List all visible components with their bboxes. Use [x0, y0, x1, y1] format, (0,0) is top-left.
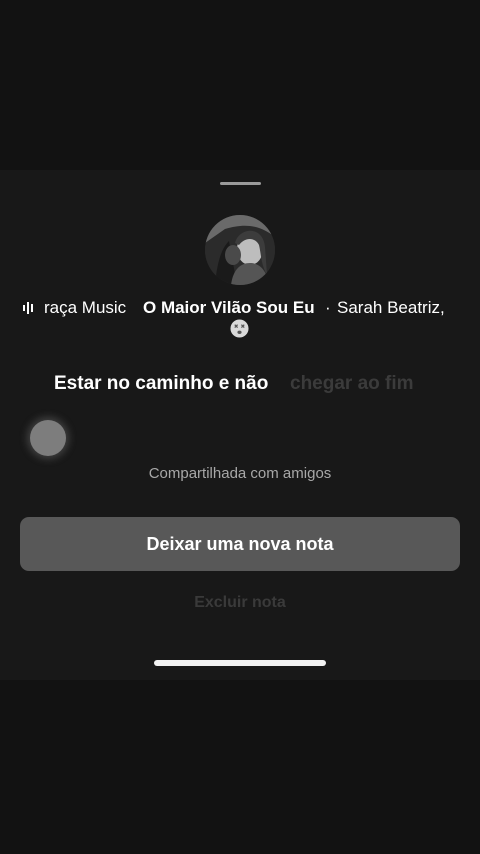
lyric-upcoming-text: chegar ao fim: [290, 373, 414, 394]
song-title: O Maior Vilão Sou Eu: [143, 298, 315, 317]
artist-name: raça Music: [44, 298, 127, 317]
record-dot-icon[interactable]: [30, 420, 66, 456]
avatar[interactable]: [205, 215, 275, 285]
new-note-button[interactable]: Deixar uma nova nota: [20, 517, 460, 571]
separator-dot: ·: [325, 298, 331, 317]
lyric-sung-text: Estar no caminho e não: [54, 373, 269, 394]
dizzy-face-emoji-icon: [230, 319, 249, 338]
featured-artist: Sarah Beatriz,: [337, 298, 445, 317]
audio-bars-icon: [23, 302, 33, 314]
avatar-photo: [205, 215, 275, 285]
visibility-label: Compartilhada com amigos: [148, 465, 332, 482]
lyric-line: Estar no caminho e não chegar ao fim: [0, 372, 480, 396]
home-indicator[interactable]: [154, 660, 326, 666]
sheet-grabber[interactable]: [220, 182, 261, 185]
screen: raça Music O Maior Vilão Sou Eu · Sarah …: [0, 0, 480, 854]
music-row[interactable]: raça Music O Maior Vilão Sou Eu · Sarah …: [0, 296, 480, 320]
delete-note-button[interactable]: Excluir nota: [0, 593, 480, 613]
